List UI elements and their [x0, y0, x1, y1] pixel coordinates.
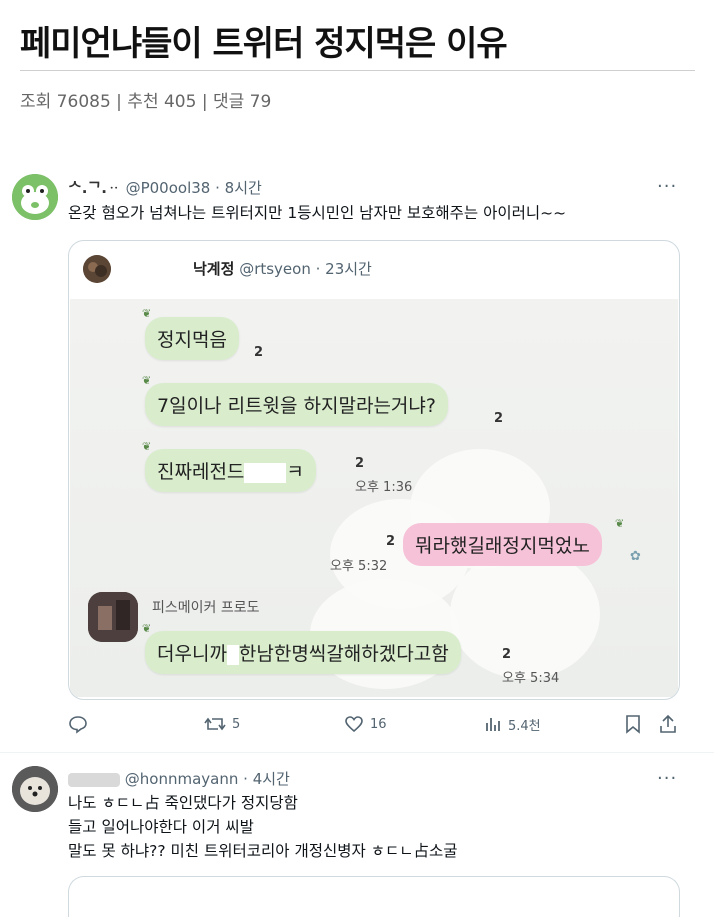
chat-message-5-end: 한남한명씩갈해하겠다고함 [238, 643, 449, 665]
chat-message-3-end: ㅋ [286, 461, 304, 483]
tweet2-line-3: 말도 못 하냐?? 미친 트위터코리아 개정신병자 ㅎㄷㄴ占소굴 [68, 842, 458, 860]
tweet2-display-name-redacted[interactable] [68, 772, 120, 787]
blurred-avatar-icon [88, 592, 138, 642]
tweet2-handle[interactable]: @honnmayann [125, 770, 239, 788]
chat-message-5: 더우니까 한남한명씩갈해하겠다고함 [145, 631, 461, 674]
like-button[interactable]: 16 [344, 714, 387, 734]
sprout-icon: ❦ [142, 374, 152, 387]
tweet2-header: @honnmayann · 4시간 [68, 768, 290, 789]
tweet2-line-2: 들고 일어나야한다 이거 씨발 [68, 818, 254, 836]
tweet1-display-name[interactable]: ᄉ.ᄀ.ᆢ [68, 179, 121, 197]
chat-message-3-start: 진짜레전드 [157, 461, 245, 483]
bookmark-button[interactable] [624, 714, 642, 738]
tweet1-text: 온갖 혐오가 넘쳐나는 트위터지만 1등시민인 남자만 보호해주는 아이러니~~ [68, 204, 567, 222]
bookmark-icon [626, 715, 640, 734]
quoted-tweet-card[interactable]: 낙계정 @rtsyeon · 23시간 ❦ 정지먹음 2 ❦ 7일이나 리트윗을… [68, 240, 680, 700]
chat-message-4: 뭐라했길래정지먹었노 [403, 523, 602, 566]
retweet-count: 5 [232, 716, 241, 732]
quote-header: 낙계정 @rtsyeon · 23시간 [193, 258, 372, 279]
chat-message-1: 정지먹음 [145, 317, 239, 360]
tweet1-action-bar: 5 16 5.4천 [68, 714, 678, 738]
retweet-icon [204, 717, 226, 731]
dog-photo-icon [12, 766, 58, 812]
sprout-icon: ❦ [142, 307, 152, 320]
flower-sticker-icon: ✿ [630, 549, 641, 564]
censor-block [244, 462, 287, 483]
like-count: 16 [370, 716, 387, 732]
censor-block [226, 644, 239, 665]
tweet1-header: ᄉ.ᄀ.ᆢ @P00ool38 · 8시간 [68, 177, 262, 198]
chat-message-1-count: 2 [254, 345, 264, 360]
frog-icon [12, 174, 58, 220]
pet-photo-icon [83, 255, 111, 283]
sprout-icon: ❦ [142, 622, 152, 635]
tweet2-avatar[interactable] [12, 766, 58, 812]
sprout-icon: ❦ [615, 517, 625, 530]
chat-message-3-time: 오후 1:36 [355, 480, 413, 495]
chat-message-2: 7일이나 리트윗을 하지말라는거냐? [145, 383, 448, 426]
tweet2-line-1: 나도 ㅎㄷㄴ占 죽인댔다가 정지당함 [68, 794, 298, 812]
quote-display-name: 낙계정 [193, 260, 235, 278]
tweet2-quoted-card[interactable] [68, 876, 680, 917]
title-divider [20, 70, 695, 71]
retweet-button[interactable]: 5 [204, 714, 240, 734]
chat-screenshot: ❦ 정지먹음 2 ❦ 7일이나 리트윗을 하지말라는거냐? 2 ❦ 진짜레전드 ㅋ… [70, 299, 678, 697]
sprout-icon: ❦ [142, 440, 152, 453]
tweet1-handle[interactable]: @P00ool38 [126, 179, 211, 197]
post-meta: 조회 76085 | 추천 405 | 댓글 79 [20, 92, 272, 112]
tweet1-time[interactable]: · 8시간 [215, 179, 262, 197]
tweet1-avatar[interactable] [12, 174, 58, 220]
views-count: 5.4천 [508, 718, 541, 734]
share-button[interactable] [658, 714, 678, 738]
quote-handle: @rtsyeon · 23시간 [239, 260, 372, 278]
sender-avatar [88, 592, 138, 642]
tweet1-more-icon[interactable]: ··· [657, 176, 677, 197]
chat-message-2-count: 2 [494, 411, 504, 426]
chat-message-5-count: 2 [502, 647, 512, 662]
tweet-divider [0, 752, 714, 753]
chat-message-5-time: 오후 5:34 [502, 671, 560, 686]
tweet2-time[interactable]: · 4시간 [243, 770, 290, 788]
reply-icon [69, 716, 87, 734]
share-icon [660, 714, 676, 733]
views-button[interactable]: 5.4천 [484, 714, 541, 734]
reply-button[interactable] [68, 714, 88, 738]
sender-name: 피스메이커 프로도 [152, 600, 260, 616]
quote-avatar [83, 255, 111, 283]
chat-message-5-start: 더우니까 [157, 643, 227, 665]
heart-icon [345, 716, 363, 733]
tweet2-more-icon[interactable]: ··· [657, 768, 677, 789]
post-title: 페미언냐들이 트위터 정지먹은 이유 [20, 24, 508, 64]
chat-message-4-count: 2 [386, 534, 396, 549]
chat-message-3-count: 2 [355, 456, 365, 471]
views-icon [486, 718, 500, 731]
chat-message-4-time: 오후 5:32 [330, 559, 388, 574]
chat-message-3: 진짜레전드 ㅋ [145, 449, 316, 492]
